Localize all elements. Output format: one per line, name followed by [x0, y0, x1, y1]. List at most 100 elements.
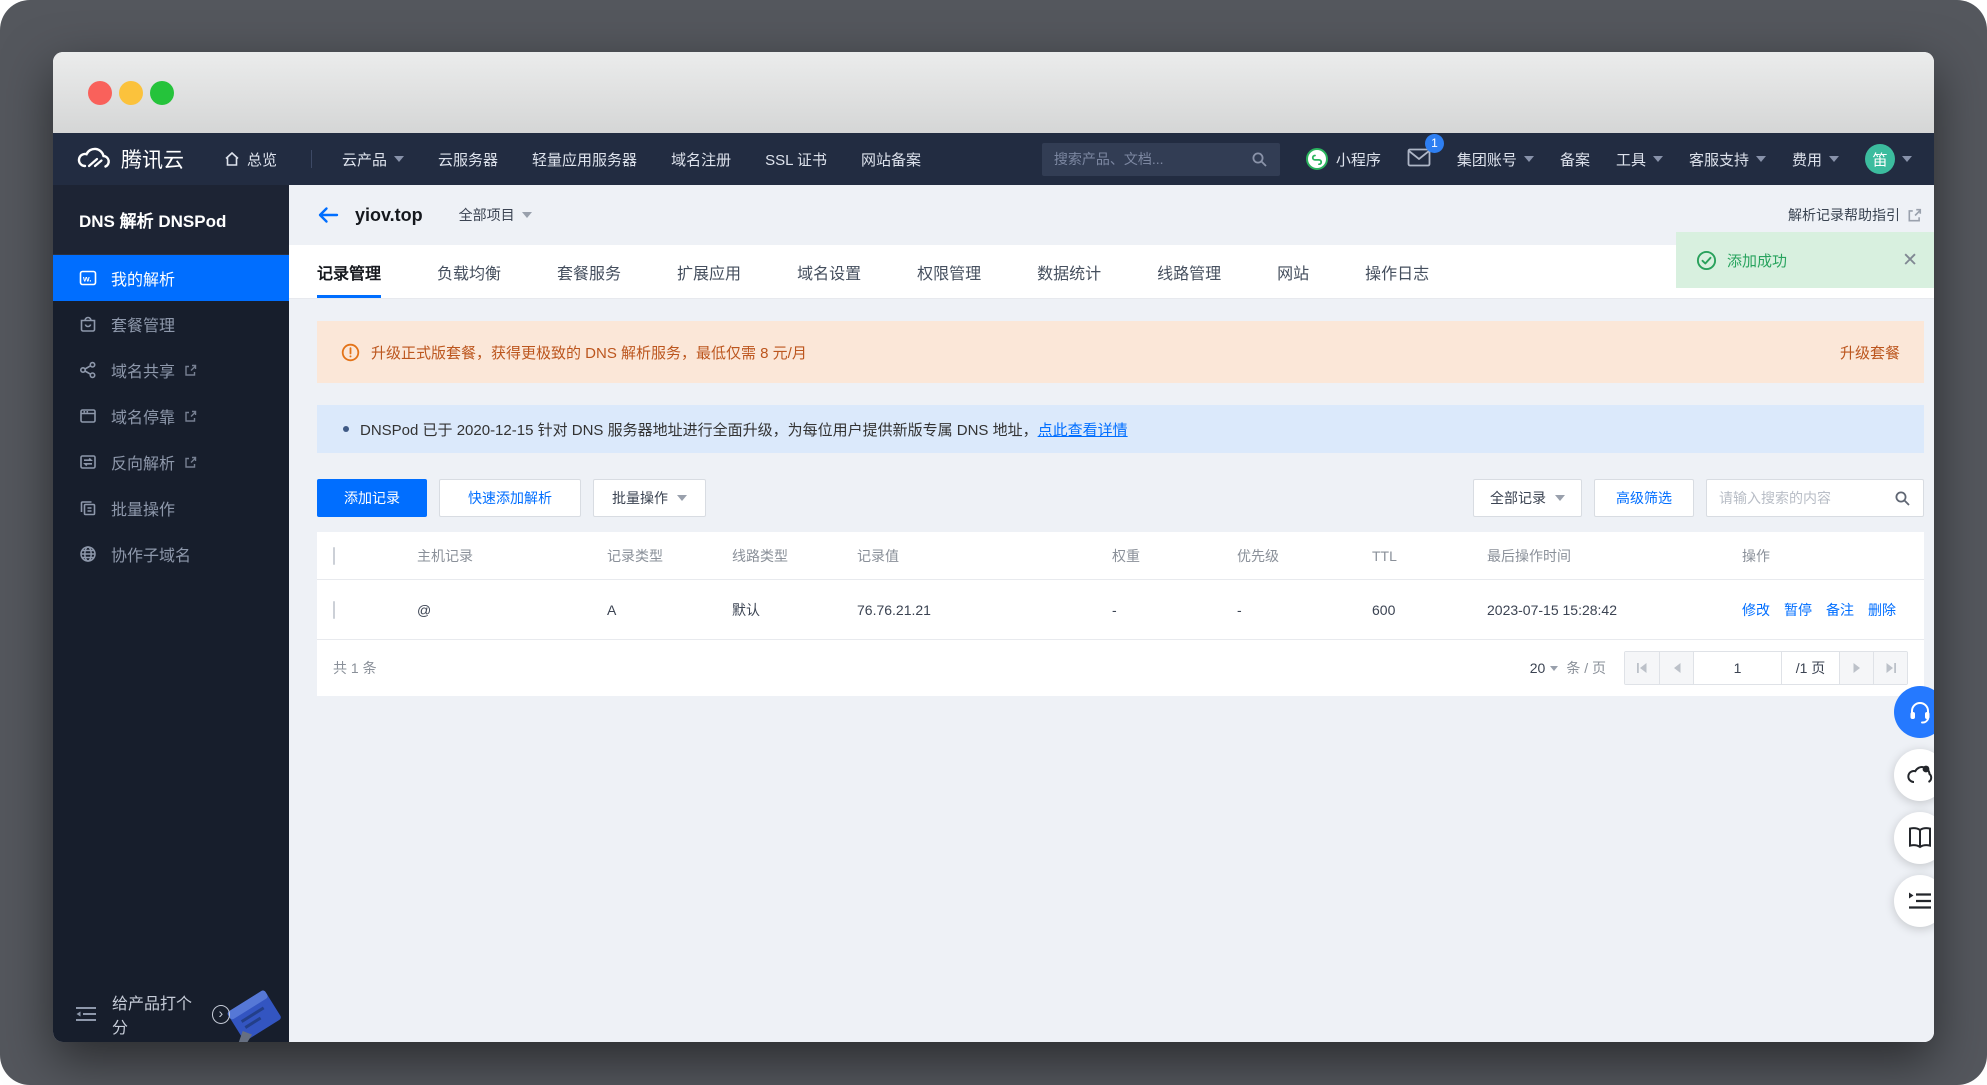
browser-window: 腾讯云 总览 云产品 云服务器 轻量应用服务器 域名注册 SSL 证书 网站备案: [53, 52, 1934, 1042]
cloud-notification-button[interactable]: [1894, 749, 1934, 801]
help-guide-link[interactable]: 解析记录帮助指引: [1788, 205, 1922, 225]
first-page-button[interactable]: [1625, 652, 1659, 684]
next-page-button[interactable]: [1839, 652, 1873, 684]
global-search-box[interactable]: [1041, 142, 1280, 176]
column-header-ttl: TTL: [1372, 547, 1397, 564]
advanced-filter-button[interactable]: 高级筛选: [1594, 479, 1694, 517]
nav-item-support[interactable]: 客服支持: [1689, 149, 1766, 170]
add-record-button[interactable]: 添加记录: [317, 479, 427, 517]
close-icon[interactable]: ✕: [1902, 249, 1918, 272]
search-icon[interactable]: [1894, 490, 1911, 507]
search-icon[interactable]: [1251, 151, 1268, 168]
sidebar-collapse-button[interactable]: [75, 1006, 97, 1022]
copy-stack-icon: [80, 501, 96, 516]
back-arrow-icon[interactable]: [317, 206, 339, 224]
sidebar-item-collaborative-subdomains[interactable]: 协作子域名: [53, 531, 289, 577]
next-page-icon: [1853, 663, 1860, 673]
row-checkbox[interactable]: [333, 600, 335, 619]
nav-item-cloud-products[interactable]: 云产品: [342, 149, 405, 170]
total-pages-label: /1 页: [1781, 652, 1839, 684]
sidebar: DNS 解析 DNSPod w. 我的解析 套餐管理 域名共享 域名停靠 反向解…: [53, 185, 289, 1042]
nav-item-icp[interactable]: 网站备案: [861, 149, 921, 170]
sidebar-item-batch-operations[interactable]: 批量操作: [53, 485, 289, 531]
navbar-right: 小程序 1 集团账号 备案 工具 客服支持: [1041, 133, 1912, 176]
prev-page-button[interactable]: [1659, 652, 1693, 684]
page-size-selector[interactable]: 20: [1530, 660, 1559, 676]
account-menu[interactable]: 笛: [1865, 144, 1912, 174]
tab-website[interactable]: 网站: [1277, 245, 1309, 298]
window-titlebar: [53, 52, 1934, 133]
record-search-input[interactable]: [1719, 490, 1894, 506]
sidebar-item-domain-sharing[interactable]: 域名共享: [53, 347, 289, 393]
message-count-badge: 1: [1424, 133, 1444, 153]
avatar[interactable]: 笛: [1865, 144, 1895, 174]
sidebar-item-plan-management[interactable]: 套餐管理: [53, 301, 289, 347]
minimize-window-button[interactable]: [119, 80, 143, 105]
chevron-right-circle-icon: ›: [211, 1004, 230, 1024]
pagination-bar: 共 1 条 20 条 / 页 1 /1 页: [317, 640, 1924, 696]
close-window-button[interactable]: [88, 80, 112, 105]
nav-item-group-account[interactable]: 集团账号: [1457, 149, 1534, 170]
tab-operation-logs[interactable]: 操作日志: [1365, 245, 1429, 298]
first-page-icon: [1637, 663, 1647, 673]
notice-details-link[interactable]: 点此查看详情: [1038, 419, 1128, 440]
headset-icon: [1910, 702, 1930, 724]
record-search-box[interactable]: [1706, 479, 1924, 517]
nav-item-domain-registration[interactable]: 域名注册: [671, 149, 731, 170]
select-all-checkbox[interactable]: [333, 546, 335, 565]
tab-extensions[interactable]: 扩展应用: [677, 245, 741, 298]
notice-banner: DNSPod 已于 2020-12-15 针对 DNS 服务器地址进行全面升级，…: [317, 405, 1924, 453]
column-header-updated: 最后操作时间: [1487, 547, 1571, 564]
tab-load-balancing[interactable]: 负载均衡: [437, 245, 501, 298]
nav-item-mini-program[interactable]: 小程序: [1305, 148, 1381, 170]
screenshot-frame: 腾讯云 总览 云产品 云服务器 轻量应用服务器 域名注册 SSL 证书 网站备案: [0, 0, 1987, 1085]
delete-record-link[interactable]: 删除: [1868, 600, 1896, 620]
nav-item-billing[interactable]: 费用: [1792, 149, 1839, 170]
quick-add-button[interactable]: 快速添加解析: [439, 479, 581, 517]
last-page-button[interactable]: [1873, 652, 1907, 684]
cloud-bell-icon: [1907, 765, 1933, 784]
upgrade-plan-link[interactable]: 升级套餐: [1840, 342, 1900, 363]
nav-item-beian[interactable]: 备案: [1560, 149, 1590, 170]
documentation-button[interactable]: [1894, 812, 1934, 864]
tencent-cloud-logo[interactable]: 腾讯云: [75, 144, 184, 174]
record-type: A: [607, 601, 617, 618]
nav-item-overview[interactable]: 总览: [224, 149, 277, 170]
pause-record-link[interactable]: 暂停: [1784, 600, 1812, 620]
zoom-window-button[interactable]: [150, 80, 174, 105]
nav-item-ssl[interactable]: SSL 证书: [765, 149, 827, 170]
tab-record-management[interactable]: 记录管理: [317, 245, 382, 298]
global-search-input[interactable]: [1053, 151, 1251, 167]
check-circle-icon: [1696, 250, 1717, 270]
sidebar-item-reverse-dns[interactable]: 反向解析: [53, 439, 289, 485]
support-chat-button[interactable]: [1894, 686, 1934, 738]
chevron-down-icon: [1755, 156, 1766, 162]
sidebar-item-my-dns[interactable]: w. 我的解析: [53, 255, 289, 301]
project-selector[interactable]: 全部项目: [459, 205, 532, 225]
nav-item-messages[interactable]: 1: [1407, 133, 1444, 171]
external-link-icon: [185, 410, 197, 422]
tab-permissions[interactable]: 权限管理: [917, 245, 981, 298]
nav-item-lighthouse[interactable]: 轻量应用服务器: [532, 149, 637, 170]
pager: /1 页: [1624, 651, 1908, 685]
column-header-line: 线路类型: [732, 547, 788, 564]
remark-record-link[interactable]: 备注: [1826, 600, 1854, 620]
home-icon: [225, 151, 239, 166]
sidebar-item-domain-parking[interactable]: 域名停靠: [53, 393, 289, 439]
modify-record-link[interactable]: 修改: [1742, 600, 1770, 620]
column-header-weight: 权重: [1112, 547, 1140, 564]
chevron-down-icon: [1829, 156, 1839, 162]
rate-product-button[interactable]: 给产品打个分 ›: [112, 990, 230, 1038]
nav-item-cvm[interactable]: 云服务器: [438, 149, 498, 170]
external-link-icon: [185, 364, 197, 376]
tab-plan-services[interactable]: 套餐服务: [557, 245, 621, 298]
tab-domain-settings[interactable]: 域名设置: [797, 245, 861, 298]
survey-button[interactable]: [1894, 875, 1934, 927]
tab-statistics[interactable]: 数据统计: [1037, 245, 1101, 298]
record-weight: -: [1112, 601, 1117, 618]
tab-line-management[interactable]: 线路管理: [1157, 245, 1221, 298]
record-filter-dropdown[interactable]: 全部记录: [1473, 479, 1582, 517]
nav-item-tools[interactable]: 工具: [1616, 149, 1663, 170]
batch-operations-button[interactable]: 批量操作: [593, 479, 706, 517]
page-number-input[interactable]: [1694, 660, 1781, 676]
